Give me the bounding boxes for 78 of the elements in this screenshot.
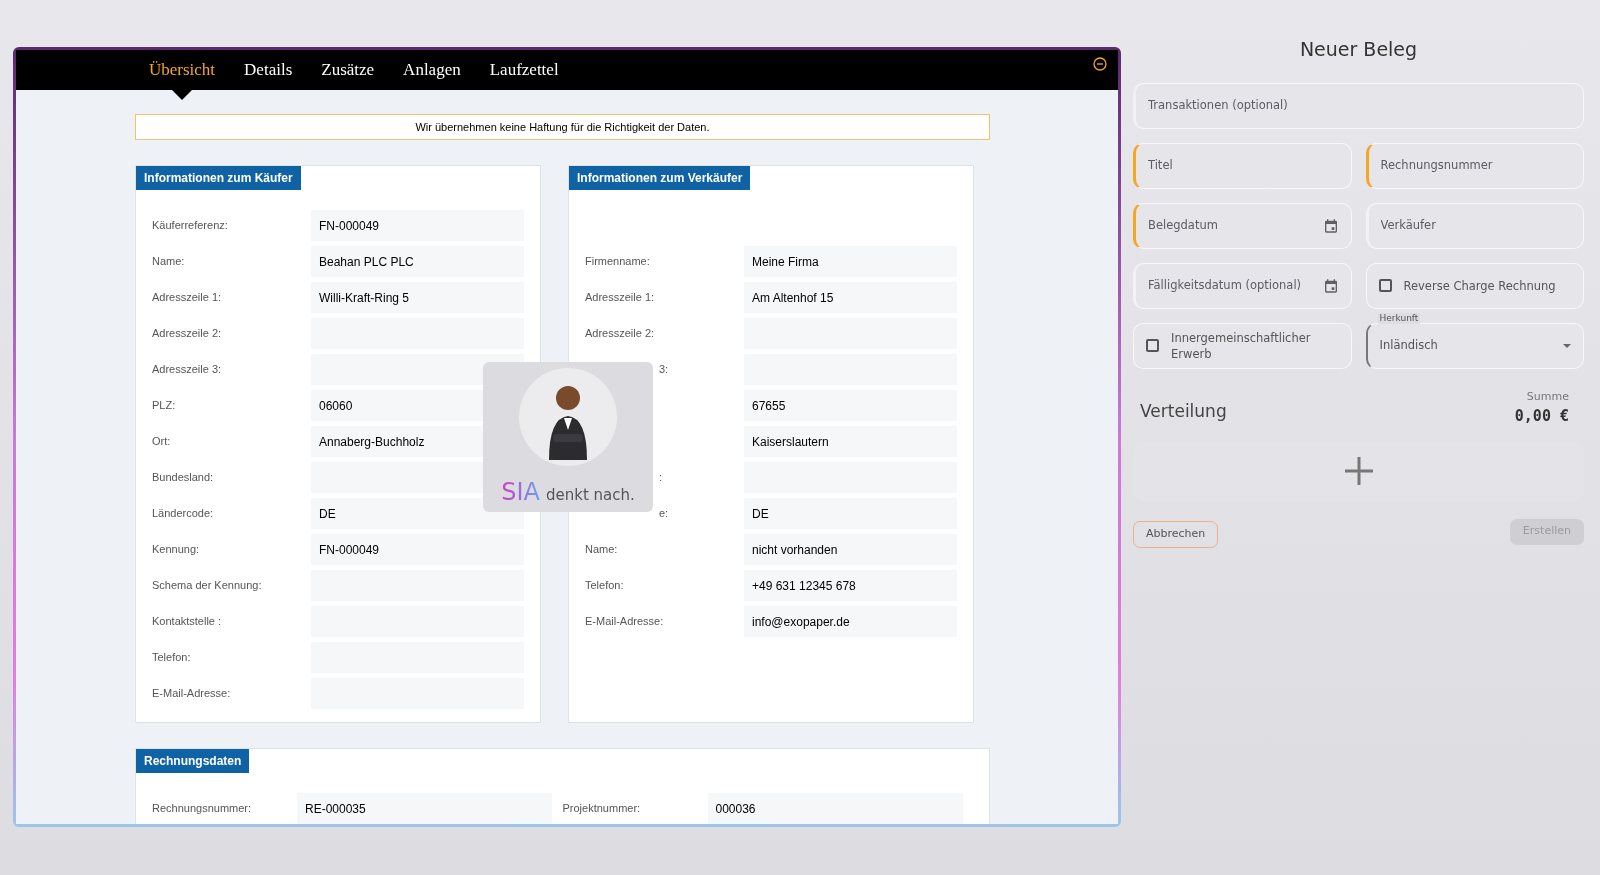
select-field[interactable]: Inländisch	[1365, 322, 1584, 369]
field-label: :	[658, 470, 663, 486]
tab[interactable]: Anlagen	[403, 50, 461, 90]
field-label: Bundesland:	[152, 470, 214, 486]
field-label: PLZ:	[152, 398, 176, 414]
section-header: Informationen zum Käufer	[136, 166, 301, 190]
field-label: Firmenname:	[585, 254, 650, 270]
value-field: +49 631 12345 678	[744, 570, 957, 601]
field-label: 3:	[658, 362, 669, 378]
field-label: Kennung:	[152, 542, 200, 558]
checkbox[interactable]	[1378, 279, 1392, 292]
value-field: Kaiserslautern	[744, 426, 957, 457]
value-field: FN-000049	[311, 534, 524, 565]
field-label: Käuferreferenz:	[152, 218, 228, 234]
text-field[interactable]: Fälligkeitsdatum (optional)	[1133, 262, 1352, 309]
value-field: Willi-Kraft-Ring 5	[311, 282, 524, 313]
tab[interactable]: Zusätze	[321, 50, 375, 90]
field-label: Adresszeile 1:	[585, 290, 655, 306]
field-label: e:	[658, 506, 669, 522]
tab[interactable]: Übersicht	[149, 50, 216, 90]
value-field: Am Altenhof 15	[744, 282, 957, 313]
text-field[interactable]: Verkäufer	[1365, 202, 1584, 249]
field-label: Name:	[585, 542, 618, 558]
field-label: Adresszeile 2:	[585, 326, 655, 342]
field-label: Schema der Kennung:	[152, 578, 262, 594]
value-field: nicht vorhanden	[744, 534, 957, 565]
section-title: Verteilung	[1140, 399, 1227, 423]
value-field: Beahan PLC PLC	[311, 246, 524, 277]
field-label: Telefon:	[152, 650, 191, 666]
minimize-icon[interactable]	[1093, 57, 1107, 71]
input-field[interactable]: Transaktionen (optional)	[1148, 96, 1571, 115]
input-field[interactable]: Fälligkeitsdatum (optional)	[1148, 276, 1323, 295]
field-label: Ländercode:	[152, 506, 214, 522]
field-label: Name:	[152, 254, 185, 270]
checkbox[interactable]	[1146, 339, 1159, 352]
field-label: Adresszeile 3:	[152, 362, 222, 378]
field-label: Rechnungsnummer:	[152, 801, 253, 817]
calendar-icon[interactable]	[1322, 217, 1339, 234]
field-label: E-Mail-Adresse:	[585, 614, 664, 630]
input-field[interactable]: Verkäufer	[1380, 216, 1571, 235]
sum-value: 0,00 €	[1514, 406, 1569, 427]
value-field: Meine Firma	[744, 246, 957, 277]
text-field[interactable]: Transaktionen (optional)	[1133, 82, 1584, 129]
input-field[interactable]: Titel	[1148, 156, 1339, 175]
tab[interactable]: Details	[244, 50, 293, 90]
assistant-status: denkt nach.	[545, 485, 635, 506]
text-field[interactable]: Belegdatum	[1133, 202, 1352, 249]
value-field: DE	[744, 498, 957, 529]
cancel-button[interactable]: Abbrechen	[1133, 520, 1219, 548]
section-header: Rechnungsdaten	[136, 749, 250, 773]
sum-label: Summe	[1526, 388, 1569, 405]
input-field[interactable]: Rechnungsnummer	[1380, 156, 1571, 175]
checkbox-label: Reverse Charge Rechnung	[1403, 277, 1556, 294]
field-label: E-Mail-Adresse:	[152, 686, 231, 702]
value-field: RE-000035	[297, 793, 552, 824]
select-label: Herkunft	[1377, 312, 1421, 324]
input-field[interactable]: Belegdatum	[1148, 216, 1323, 235]
value-field: info@exopaper.de	[744, 606, 957, 637]
checkbox-label: Innergemeinschaftlicher Erwerb	[1171, 329, 1312, 362]
value-field: 67655	[744, 390, 957, 421]
text-field[interactable]: Rechnungsnummer	[1365, 142, 1584, 189]
plus-icon	[1342, 455, 1375, 487]
disclaimer-banner: Wir übernehmen keine Haftung für die Richtigkeit der Daten.	[135, 114, 990, 140]
value-field: 000036	[707, 793, 963, 824]
text-field[interactable]: Titel	[1133, 142, 1352, 189]
field-label: Adresszeile 2:	[152, 326, 222, 342]
panel-title: Neuer Beleg	[1298, 37, 1419, 62]
tab[interactable]: Laufzettel	[489, 50, 559, 90]
field-label: Kontaktstelle :	[152, 614, 222, 630]
assistant-avatar-icon	[519, 368, 617, 466]
value-field: FN-000049	[311, 210, 524, 241]
field-label: Projektnummer:	[562, 801, 642, 817]
field-label: Ort:	[152, 434, 171, 450]
field-label: Telefon:	[585, 578, 624, 594]
field-label: Adresszeile 1:	[152, 290, 222, 306]
calendar-icon[interactable]	[1322, 277, 1339, 294]
section-header: Informationen zum Verkäufer	[569, 166, 751, 190]
dropdown-caret-icon	[1563, 343, 1571, 348]
